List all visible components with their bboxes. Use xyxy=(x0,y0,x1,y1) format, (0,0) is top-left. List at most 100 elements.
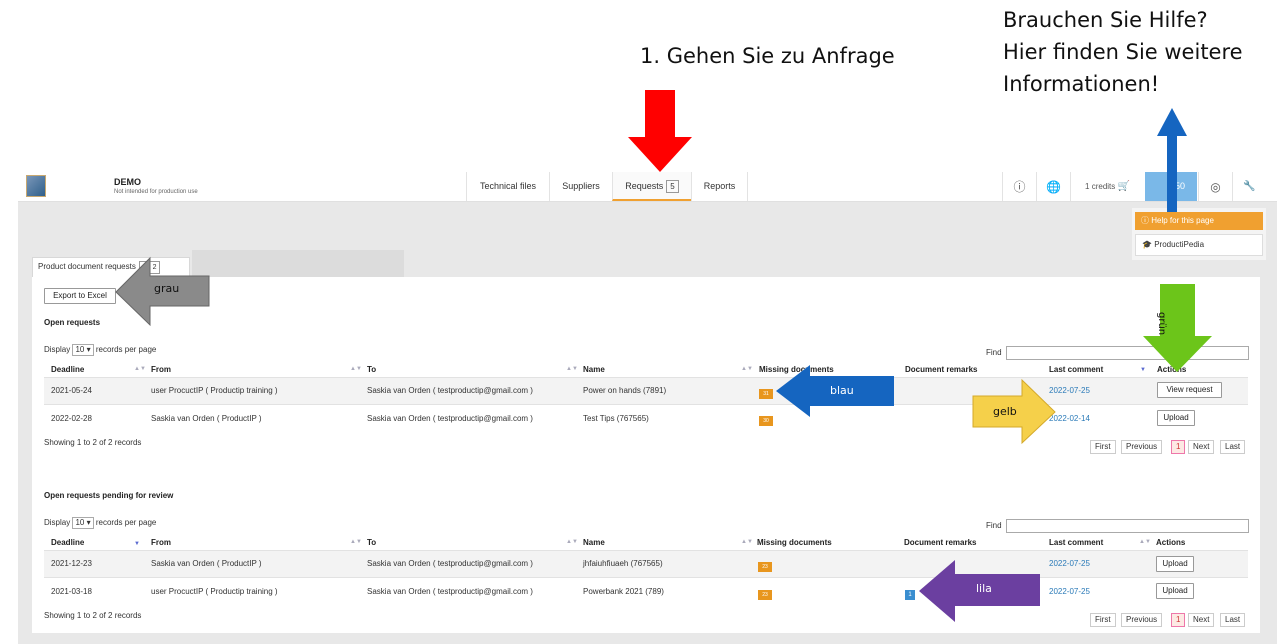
credits-button[interactable]: 1 credits 🛒 xyxy=(1070,172,1144,201)
gruen-label: grün xyxy=(1156,312,1167,336)
sort-icon[interactable]: ▲▼ xyxy=(134,366,146,372)
to-cell: Saskia van Orden ( testproductip@gmail.c… xyxy=(367,587,533,596)
help-annotation-line1: Brauchen Sie Hilfe? xyxy=(1003,8,1208,32)
view-request-button[interactable]: View request xyxy=(1157,382,1222,398)
pager-next[interactable]: Next xyxy=(1188,613,1215,627)
sort-icon[interactable]: ▲▼ xyxy=(350,539,362,545)
pager-previous[interactable]: Previous xyxy=(1121,613,1163,627)
find-label: Find xyxy=(986,521,1002,530)
row-divider xyxy=(44,577,1248,578)
col-missing-documents[interactable]: Missing documents xyxy=(759,365,834,374)
open-requests-title: Open requests xyxy=(44,318,101,327)
col-from[interactable]: From xyxy=(151,365,171,374)
export-to-excel-button[interactable]: Export to Excel xyxy=(44,288,116,304)
col-actions: Actions xyxy=(1157,365,1187,374)
from-cell: user ProcuctIP ( Productip training ) xyxy=(151,587,278,596)
upload-button[interactable]: Upload xyxy=(1156,556,1194,572)
missing-count-badge: 23 xyxy=(758,562,772,572)
sort-icon[interactable]: ▲▼ xyxy=(350,366,362,372)
col-to[interactable]: To xyxy=(367,365,376,374)
from-cell: user ProcuctIP ( Productip training ) xyxy=(151,386,278,395)
pager-first[interactable]: First xyxy=(1090,440,1116,454)
sort-icon[interactable]: ▲▼ xyxy=(741,366,753,372)
col-deadline[interactable]: Deadline xyxy=(51,365,84,374)
pager-last[interactable]: Last xyxy=(1220,613,1246,627)
sort-icon[interactable]: ▲▼ xyxy=(566,539,578,545)
chevron-down-icon: ▾ xyxy=(86,518,91,527)
col-name[interactable]: Name xyxy=(583,365,605,374)
graduation-cap-icon: 🎓 xyxy=(1142,240,1152,249)
sort-icon[interactable]: ▲▼ xyxy=(741,539,753,545)
upload-button[interactable]: Upload xyxy=(1157,410,1195,426)
wrench-icon[interactable]: 🔧 xyxy=(1232,172,1266,201)
last-comment-link[interactable]: 2022-02-14 xyxy=(1049,414,1090,423)
find-input[interactable] xyxy=(1006,346,1249,360)
sort-desc-icon[interactable]: ▼ xyxy=(134,541,140,547)
col-last-comment[interactable]: Last comment xyxy=(1049,538,1103,547)
pager-last[interactable]: Last xyxy=(1220,440,1246,454)
missing-count-badge: 23 xyxy=(758,590,772,600)
to-cell: Saskia van Orden ( testproductip@gmail.c… xyxy=(367,386,533,395)
row-divider xyxy=(44,404,1248,405)
name-cell: Power on hands (7891) xyxy=(583,386,667,395)
col-missing-documents[interactable]: Missing documents xyxy=(757,538,832,547)
pager-previous[interactable]: Previous xyxy=(1121,440,1163,454)
tab-count-badge: 2 / 2 xyxy=(138,261,161,274)
requests-count-badge: 5 xyxy=(666,180,679,193)
records-summary: Showing 1 to 2 of 2 records xyxy=(44,611,142,620)
globe-icon[interactable]: 🌐 xyxy=(1036,172,1070,201)
col-last-comment[interactable]: Last comment xyxy=(1049,365,1103,374)
col-document-remarks[interactable]: Document remarks xyxy=(905,365,977,374)
page-size-select[interactable]: 10 ▾ xyxy=(72,517,94,529)
col-to[interactable]: To xyxy=(367,538,376,547)
col-document-remarks[interactable]: Document remarks xyxy=(904,538,976,547)
sort-desc-icon[interactable]: ▼ xyxy=(1140,367,1146,373)
product-box-icon xyxy=(26,175,46,197)
pager-current[interactable]: 1 xyxy=(1171,440,1186,454)
col-name[interactable]: Name xyxy=(583,538,605,547)
step1-annotation: 1. Gehen Sie zu Anfrage xyxy=(640,44,895,68)
missing-count-badge: 31 xyxy=(759,389,773,399)
pager-current[interactable]: 1 xyxy=(1171,613,1186,627)
top-navigation-bar: DEMO Not intended for production use Tec… xyxy=(18,172,1277,202)
col-actions: Actions xyxy=(1156,538,1186,547)
col-from[interactable]: From xyxy=(151,538,171,547)
upload-button[interactable]: Upload xyxy=(1156,583,1194,599)
pending-requests-title: Open requests pending for review xyxy=(44,491,174,500)
user-icon[interactable]: ◎ xyxy=(1198,172,1232,201)
productipedia-item[interactable]: 🎓 ProductiPedia xyxy=(1135,234,1263,256)
name-cell: Test Tips (767565) xyxy=(583,414,649,423)
to-cell: Saskia van Orden ( testproductip@gmail.c… xyxy=(367,414,533,423)
find-label: Find xyxy=(986,348,1002,357)
page-size-select[interactable]: 10 ▾ xyxy=(72,344,94,356)
col-deadline[interactable]: Deadline xyxy=(51,538,84,547)
deadline-cell: 2022-02-28 xyxy=(51,414,92,423)
sort-icon[interactable]: ▲▼ xyxy=(566,366,578,372)
help-circle-icon: ⓘ xyxy=(1141,216,1149,225)
help-button[interactable]: 50 xyxy=(1145,172,1197,201)
help-count: 50 xyxy=(1174,181,1185,191)
pager-first[interactable]: First xyxy=(1090,613,1116,627)
pager-next[interactable]: Next xyxy=(1188,440,1215,454)
tab-requests[interactable]: Requests 5 xyxy=(612,172,691,201)
deadline-cell: 2021-03-18 xyxy=(51,587,92,596)
grau-label: grau xyxy=(154,282,180,295)
to-cell: Saskia van Orden ( testproductip@gmail.c… xyxy=(367,559,533,568)
help-annotation-line2: Hier finden Sie weitere xyxy=(1003,40,1243,64)
last-comment-link[interactable]: 2022-07-25 xyxy=(1049,587,1090,596)
info-icon[interactable]: ⓘ xyxy=(1002,172,1036,201)
last-comment-link[interactable]: 2022-07-25 xyxy=(1049,386,1090,395)
sort-icon[interactable]: ▲▼ xyxy=(1139,539,1151,545)
tab-suppliers[interactable]: Suppliers xyxy=(549,172,612,201)
help-for-this-page-item[interactable]: ⓘ Help for this page xyxy=(1135,212,1263,230)
records-summary: Showing 1 to 2 of 2 records xyxy=(44,438,142,447)
last-comment-link[interactable]: 2022-07-25 xyxy=(1049,559,1090,568)
find-input[interactable] xyxy=(1006,519,1249,533)
app-name: DEMO xyxy=(114,177,141,187)
tab-reports[interactable]: Reports xyxy=(691,172,748,201)
tab-technical-files[interactable]: Technical files xyxy=(466,172,549,201)
from-cell: Saskia van Orden ( ProductIP ) xyxy=(151,559,262,568)
inactive-tab xyxy=(192,250,404,279)
remarks-count-badge[interactable]: 1 xyxy=(905,590,915,600)
tab-product-document-requests[interactable]: Product document requests 2 / 2 xyxy=(32,257,190,277)
